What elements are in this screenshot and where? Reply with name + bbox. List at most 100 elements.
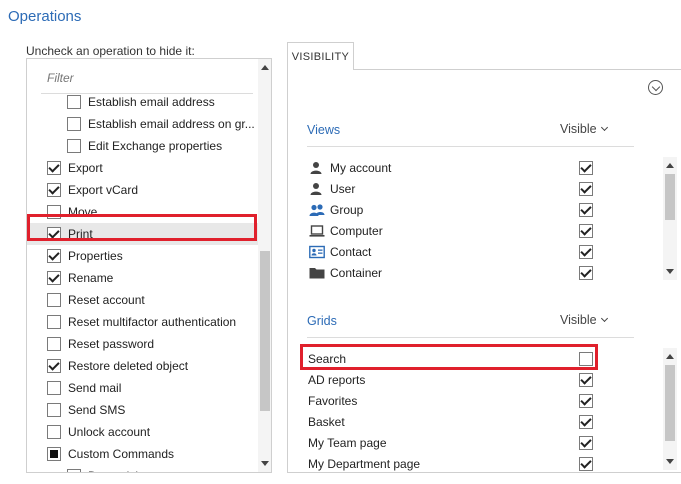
operations-hint: Uncheck an operation to hide it: xyxy=(26,44,195,58)
grid-item-my-department-page: My Department page xyxy=(288,454,658,475)
visibility-label: Container xyxy=(330,266,383,280)
operation-checkbox[interactable] xyxy=(47,381,61,395)
tab-visibility[interactable]: VISIBILITY xyxy=(287,42,354,70)
operation-checkbox[interactable] xyxy=(67,95,81,109)
operation-checkbox[interactable] xyxy=(47,315,61,329)
operation-item-properties[interactable]: Properties xyxy=(27,245,258,267)
views-divider xyxy=(307,146,634,147)
operation-item-establish-email-address[interactable]: Establish email address xyxy=(27,95,258,113)
visibility-label: Group xyxy=(330,203,364,217)
grid-item-ad-reports: AD reports xyxy=(288,370,658,391)
operation-checkbox[interactable] xyxy=(47,227,61,241)
operation-checkbox[interactable] xyxy=(47,337,61,351)
visibility-label: Computer xyxy=(330,224,383,238)
visibility-label: My Department page xyxy=(308,457,421,471)
visibility-label: Contact xyxy=(330,245,372,259)
operation-label: Unlock account xyxy=(68,425,151,439)
operation-checkbox[interactable] xyxy=(67,139,81,153)
operation-checkbox[interactable] xyxy=(47,293,61,307)
views-visible-dropdown[interactable]: Visible xyxy=(560,122,608,136)
view-item-group: Group xyxy=(288,200,658,221)
scroll-down-arrow-icon[interactable] xyxy=(666,269,674,274)
visible-checkbox[interactable] xyxy=(579,245,593,259)
visibility-label: AD reports xyxy=(308,373,366,387)
section-title: Operations xyxy=(8,8,82,25)
operations-list-panel: Establish email address Establish email a… xyxy=(26,58,272,473)
operation-checkbox[interactable] xyxy=(67,117,81,131)
visibility-label: My account xyxy=(330,161,392,175)
operation-item-restore-deleted-object[interactable]: Restore deleted object xyxy=(27,355,258,377)
operation-checkbox[interactable] xyxy=(47,183,61,197)
operation-item-export[interactable]: Export xyxy=(27,157,258,179)
operation-item-send-mail[interactable]: Send mail xyxy=(27,377,258,399)
operation-label: Send mail xyxy=(68,381,122,395)
operation-checkbox[interactable] xyxy=(47,271,61,285)
operation-checkbox[interactable] xyxy=(47,359,61,373)
operation-item-unlock-account[interactable]: Unlock account xyxy=(27,421,258,443)
operation-checkbox[interactable] xyxy=(47,425,61,439)
views-title: Views xyxy=(307,123,341,137)
visible-checkbox[interactable] xyxy=(579,373,593,387)
operation-label: Reset multifactor authentication xyxy=(68,315,237,329)
operation-item-reset-account[interactable]: Reset account xyxy=(27,289,258,311)
scroll-up-arrow-icon[interactable] xyxy=(261,65,269,70)
operation-item-send-sms[interactable]: Send SMS xyxy=(27,399,258,421)
scroll-up-arrow-icon[interactable] xyxy=(666,354,674,359)
filter-input[interactable] xyxy=(47,69,247,87)
operation-item-deprovision[interactable]: Deprovision xyxy=(27,465,258,472)
chevron-down-icon xyxy=(600,123,608,132)
operation-item-move[interactable]: Move xyxy=(27,201,258,223)
scroll-down-arrow-icon[interactable] xyxy=(261,461,269,466)
operation-item-custom-commands[interactable]: Custom Commands xyxy=(27,443,258,465)
operation-item-establish-email-address-on-gr[interactable]: Establish email address on gr... xyxy=(27,113,258,135)
views-visible-label: Visible xyxy=(560,122,597,136)
visible-checkbox[interactable] xyxy=(579,394,593,408)
operation-checkbox[interactable] xyxy=(47,249,61,263)
visibility-label: Favorites xyxy=(308,394,358,408)
operation-item-reset-password[interactable]: Reset password xyxy=(27,333,258,355)
collapse-chevron-icon[interactable] xyxy=(648,80,663,95)
scroll-up-arrow-icon[interactable] xyxy=(666,163,674,168)
operation-checkbox[interactable] xyxy=(67,469,81,472)
visible-checkbox[interactable] xyxy=(579,203,593,217)
scroll-down-arrow-icon[interactable] xyxy=(666,459,674,464)
operation-item-rename[interactable]: Rename xyxy=(27,267,258,289)
operation-label: Edit Exchange properties xyxy=(88,139,223,153)
visible-checkbox[interactable] xyxy=(579,436,593,450)
operation-item-edit-exchange-properties[interactable]: Edit Exchange properties xyxy=(27,135,258,157)
operation-label: Send SMS xyxy=(68,403,126,417)
operation-checkbox[interactable] xyxy=(47,403,61,417)
visible-checkbox[interactable] xyxy=(579,415,593,429)
operation-label: Custom Commands xyxy=(68,447,175,461)
visible-checkbox[interactable] xyxy=(579,182,593,196)
views-scrollbar[interactable] xyxy=(663,157,677,280)
grid-item-search: Search xyxy=(288,349,658,370)
visible-checkbox[interactable] xyxy=(579,457,593,471)
operation-label: Establish email address on gr... xyxy=(88,117,255,131)
grids-scrollbar[interactable] xyxy=(663,348,677,470)
visible-checkbox[interactable] xyxy=(579,352,593,366)
visible-checkbox[interactable] xyxy=(579,266,593,280)
operation-item-export-vcard[interactable]: Export vCard xyxy=(27,179,258,201)
operations-scrollbar[interactable] xyxy=(258,59,271,472)
operation-label: Export xyxy=(68,161,103,175)
operation-item-print[interactable]: Print xyxy=(27,223,258,245)
operation-checkbox[interactable] xyxy=(47,447,61,461)
operation-checkbox[interactable] xyxy=(47,161,61,175)
views-list: My account User Group Computer Contact Contai… xyxy=(288,158,658,284)
folder-icon xyxy=(309,266,325,280)
visible-checkbox[interactable] xyxy=(579,224,593,238)
grids-scrollbar-thumb[interactable] xyxy=(665,365,675,441)
operation-checkbox[interactable] xyxy=(47,205,61,219)
view-item-container: Container xyxy=(288,263,658,284)
operation-item-reset-multifactor-authentication[interactable]: Reset multifactor authentication xyxy=(27,311,258,333)
operations-scrollbar-thumb[interactable] xyxy=(260,251,270,411)
visibility-label: My Team page xyxy=(308,436,387,450)
views-scrollbar-thumb[interactable] xyxy=(665,174,675,220)
visible-checkbox[interactable] xyxy=(579,161,593,175)
grids-visible-dropdown[interactable]: Visible xyxy=(560,313,608,327)
group-icon xyxy=(309,203,325,217)
operation-label: Reset password xyxy=(68,337,155,351)
grid-item-favorites: Favorites xyxy=(288,391,658,412)
view-item-computer: Computer xyxy=(288,221,658,242)
